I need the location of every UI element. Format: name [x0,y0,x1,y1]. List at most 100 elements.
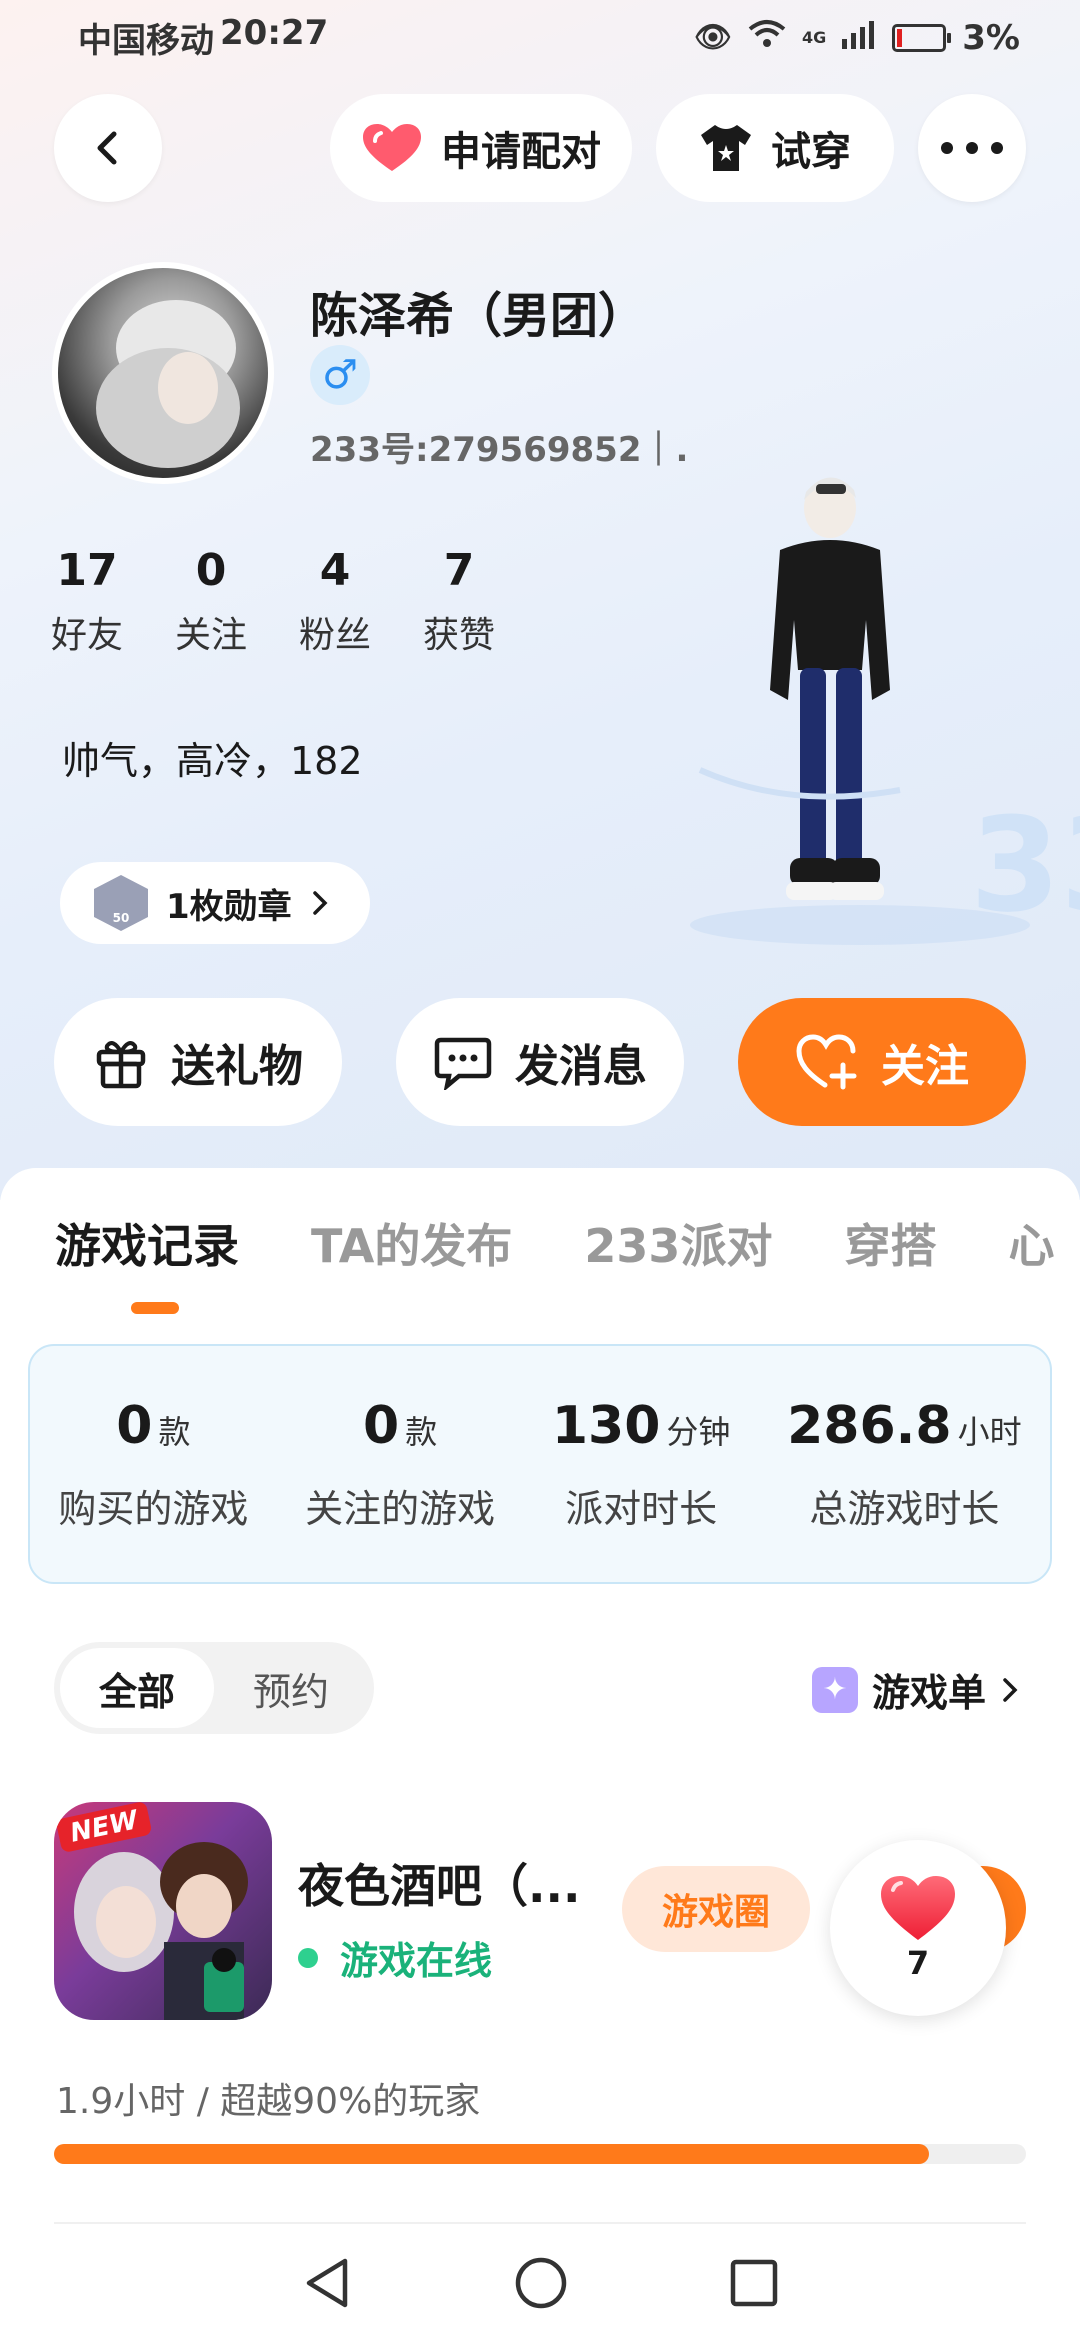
battery-level: 3% [962,17,1020,58]
clock: 20:27 [220,13,329,53]
user-id[interactable]: 233号:279569852｜. [310,422,688,471]
tab-posts[interactable]: TA的发布 [311,1210,512,1276]
stat-value: 4 [319,545,351,596]
system-navigation-bar [0,2226,1080,2340]
filter-all[interactable]: 全部 [60,1648,214,1728]
profile-stats: 17 好友 0 关注 4 粉丝 7 获赞 [44,545,502,658]
medal-badge-icon: 50 [94,875,148,931]
stat-label: 粉丝 [298,615,371,656]
record-label: 派对时长 [565,1486,718,1531]
stat-label: 好友 [50,615,123,656]
game-list-link[interactable]: ✦ 游戏单 [811,1662,1020,1717]
medal-count-label: 1枚勋章 [166,886,292,927]
match-request-label: 申请配对 [441,129,601,175]
match-request-button[interactable]: 申请配对 [330,94,632,202]
back-triangle-icon[interactable] [301,2255,353,2311]
profile-tabs: 游戏记录 TA的发布 233派对 穿搭 心 [55,1210,1054,1276]
game-record-summary: 0款 购买的游戏 0款 关注的游戏 130 分钟 派对时长 286.8 小时 总游戏… [28,1344,1052,1584]
record-party-time[interactable]: 130 分钟 派对时长 [552,1396,731,1533]
record-unit: 款 [405,1412,438,1451]
eye-icon: 👁 [693,20,732,55]
back-button[interactable] [54,94,162,202]
stat-value: 7 [443,545,475,596]
chat-bubble-icon [434,1037,492,1090]
signal-icon [842,19,876,57]
chevron-left-icon [97,131,117,165]
follow-label: 关注 [881,1041,969,1092]
carrier-label: 中国移动 [78,21,214,61]
send-gift-label: 送礼物 [171,1041,303,1092]
game-list-label: 游戏单 [871,1671,986,1715]
medal-badge-text: 50 [112,911,130,925]
network-type: 4G [802,28,827,47]
tab-more[interactable]: 心 [1008,1210,1054,1276]
active-tab-indicator [131,1302,179,1314]
record-value: 286.8 [787,1395,952,1456]
home-circle-icon[interactable] [513,2255,569,2311]
heart-icon [363,124,421,171]
heart-icon [881,1876,955,1940]
battery-icon [892,23,952,52]
like-float-button[interactable]: 7 [830,1840,1006,2016]
tshirt-icon [701,125,751,171]
username: 陈泽希（男团） [310,288,647,344]
stat-label: 获赞 [422,615,495,656]
game-circle-button[interactable]: 游戏圈 [622,1866,810,1952]
record-unit: 分钟 [666,1412,731,1451]
game-title[interactable]: 夜色酒吧（... [298,1850,598,1916]
send-gift-button[interactable]: 送礼物 [54,998,342,1126]
status-bar: 中国移动 20:27 👁 4G 3% [0,0,1080,75]
tab-outfits[interactable]: 穿搭 [844,1210,936,1276]
watermark-233: 33 [970,789,1080,941]
record-purchased-games[interactable]: 0款 购买的游戏 [58,1396,248,1533]
stat-value: 0 [195,545,227,596]
record-value: 0 [363,1395,400,1456]
filter-reserved[interactable]: 预约 [214,1648,368,1728]
record-label: 关注的游戏 [305,1486,496,1531]
stat-friends[interactable]: 17 好友 [44,545,130,658]
like-count: 7 [906,1944,930,1982]
record-unit: 小时 [957,1412,1022,1451]
heart-plus-icon [796,1034,857,1090]
record-label: 购买的游戏 [58,1486,249,1531]
medal-button[interactable]: 50 1枚勋章 [60,862,370,944]
wifi-icon [748,19,786,57]
more-dots-icon [941,142,1003,154]
game-filter-toggle: 全部 预约 [54,1642,374,1734]
record-value: 130 [551,1395,661,1456]
online-status-label: 游戏在线 [340,1939,493,1983]
game-icon[interactable]: NEW [54,1802,272,2020]
stat-likes[interactable]: 7 获赞 [416,545,502,658]
recents-square-icon[interactable] [729,2258,779,2308]
send-message-label: 发消息 [515,1041,647,1092]
stat-fans[interactable]: 4 粉丝 [292,545,378,658]
chevron-right-icon [1003,1677,1018,1702]
record-value: 0 [116,1395,153,1456]
record-unit: 款 [158,1412,191,1451]
stat-value: 17 [56,545,118,596]
record-label: 总游戏时长 [809,1486,1000,1531]
more-options-button[interactable] [918,94,1026,202]
try-on-button[interactable]: 试穿 [656,94,894,202]
tab-233-party[interactable]: 233派对 [584,1210,772,1276]
gift-icon [96,1041,146,1089]
online-dot-icon [298,1947,318,1968]
playtime-progress-bar [54,2144,1026,2164]
avatar[interactable] [52,262,274,484]
playtime-summary: 1.9小时 / 超越90%的玩家 [56,2081,481,2122]
sparkle-icon: ✦ [811,1666,858,1713]
tab-game-records[interactable]: 游戏记录 [55,1210,239,1276]
bio: 帅气，高冷，182 [62,739,363,783]
avatar-character-illustration[interactable]: 33 [640,470,1080,950]
chevron-right-icon [312,891,328,915]
follow-button[interactable]: 关注 [738,998,1026,1126]
progress-fill [54,2144,929,2164]
stat-following[interactable]: 0 关注 [168,545,254,658]
game-online-status: 游戏在线 [298,1930,492,1985]
stat-label: 关注 [174,615,247,656]
record-followed-games[interactable]: 0款 关注的游戏 [305,1396,495,1533]
try-on-label: 试穿 [771,129,851,175]
divider [54,2222,1026,2224]
send-message-button[interactable]: 发消息 [396,998,684,1126]
record-total-game-time[interactable]: 286.8 小时 总游戏时长 [787,1396,1022,1533]
